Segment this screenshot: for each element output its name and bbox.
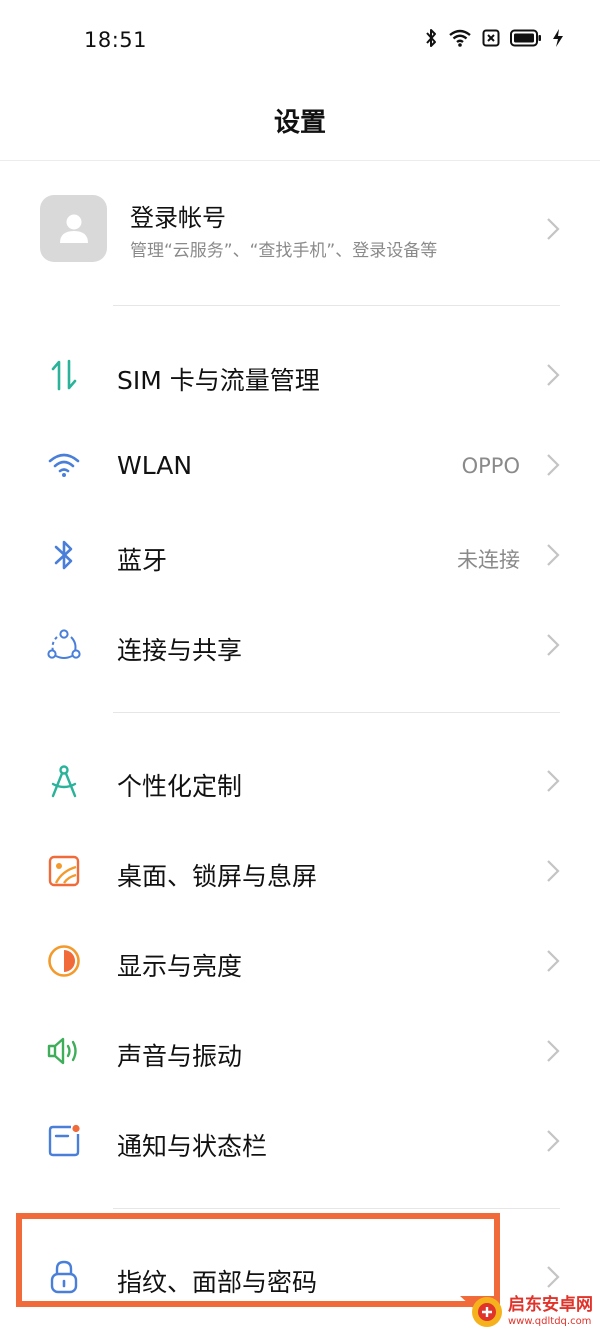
watermark-logo-icon bbox=[472, 1297, 502, 1327]
chevron-right-icon bbox=[546, 453, 560, 477]
bluetooth-status-icon bbox=[424, 27, 438, 49]
wallpaper-icon bbox=[44, 854, 84, 888]
status-bar: 18:51 bbox=[0, 0, 600, 80]
lock-icon bbox=[44, 1260, 84, 1294]
settings-item-bluetooth[interactable]: 蓝牙 未连接 bbox=[0, 510, 600, 600]
chevron-right-icon bbox=[546, 1265, 560, 1289]
chevron-right-icon bbox=[546, 1039, 560, 1063]
chevron-right-icon bbox=[546, 769, 560, 793]
header: 设置 bbox=[0, 80, 600, 161]
page-title: 设置 bbox=[273, 108, 326, 138]
settings-item-label: 声音与振动 bbox=[117, 1042, 243, 1071]
settings-item-personalize[interactable]: 个性化定制 bbox=[0, 736, 600, 826]
bluetooth-icon bbox=[44, 538, 84, 572]
settings-item-sim[interactable]: SIM 卡与流量管理 bbox=[0, 330, 600, 420]
chevron-right-icon bbox=[546, 1129, 560, 1153]
settings-item-notification[interactable]: 通知与状态栏 bbox=[0, 1096, 600, 1186]
wlan-network-value: OPPO bbox=[461, 454, 520, 478]
chevron-right-icon bbox=[546, 217, 560, 241]
chevron-right-icon bbox=[546, 949, 560, 973]
account-subtitle: 管理“云服务”、“查找手机”、登录设备等 bbox=[130, 241, 438, 261]
settings-item-label: 蓝牙 bbox=[117, 546, 168, 575]
wifi-status-icon bbox=[448, 28, 472, 48]
battery-icon bbox=[510, 29, 542, 47]
connection-share-icon bbox=[44, 628, 84, 662]
account-title: 登录帐号 bbox=[130, 204, 226, 232]
divider bbox=[113, 712, 560, 713]
settings-item-label: 连接与共享 bbox=[117, 636, 243, 665]
status-time: 18:51 bbox=[84, 28, 148, 52]
notification-icon bbox=[44, 1124, 84, 1158]
settings-item-display[interactable]: 显示与亮度 bbox=[0, 916, 600, 1006]
settings-item-wlan[interactable]: WLAN OPPO bbox=[0, 420, 600, 510]
settings-item-label: SIM 卡与流量管理 bbox=[117, 366, 320, 395]
watermark: 启东安卓网 www.qdltdq.com bbox=[470, 1292, 596, 1332]
settings-item-desktop[interactable]: 桌面、锁屏与息屏 bbox=[0, 826, 600, 916]
chevron-right-icon bbox=[546, 363, 560, 387]
bluetooth-status-value: 未连接 bbox=[457, 548, 520, 572]
wifi-icon bbox=[44, 448, 84, 482]
chevron-right-icon bbox=[546, 543, 560, 567]
chevron-right-icon bbox=[546, 859, 560, 883]
settings-item-label: 桌面、锁屏与息屏 bbox=[117, 862, 318, 891]
brightness-icon bbox=[44, 944, 84, 978]
settings-item-label: 显示与亮度 bbox=[117, 952, 243, 981]
compass-icon bbox=[44, 764, 84, 798]
avatar bbox=[40, 195, 107, 262]
settings-item-label: WLAN bbox=[117, 451, 193, 480]
watermark-brand: 启东安卓网 bbox=[508, 1295, 593, 1315]
account-row[interactable]: 登录帐号 管理“云服务”、“查找手机”、登录设备等 bbox=[0, 190, 600, 270]
settings-item-label: 通知与状态栏 bbox=[117, 1132, 268, 1161]
settings-item-label: 个性化定制 bbox=[117, 772, 243, 801]
speaker-icon bbox=[44, 1034, 84, 1068]
divider bbox=[113, 1208, 560, 1209]
no-sim-icon bbox=[482, 29, 500, 47]
settings-item-connection[interactable]: 连接与共享 bbox=[0, 600, 600, 690]
watermark-url: www.qdltdq.com bbox=[508, 1316, 592, 1327]
settings-item-sound[interactable]: 声音与振动 bbox=[0, 1006, 600, 1096]
chevron-right-icon bbox=[546, 633, 560, 657]
settings-item-label: 指纹、面部与密码 bbox=[117, 1268, 318, 1297]
status-icons bbox=[424, 27, 564, 49]
divider bbox=[113, 305, 560, 306]
sim-data-icon bbox=[44, 358, 84, 392]
person-icon bbox=[60, 214, 88, 243]
charging-icon bbox=[552, 28, 564, 48]
